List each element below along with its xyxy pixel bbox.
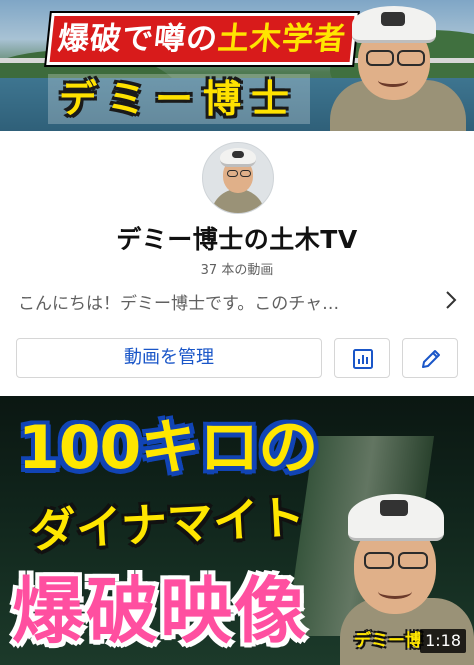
- analytics-button[interactable]: [334, 338, 390, 378]
- thumbnail-title-line1: 100キロの: [18, 413, 318, 483]
- edit-channel-button[interactable]: [402, 338, 458, 378]
- thumbnail-title-line2: ダイナマイト: [28, 489, 307, 559]
- chevron-right-icon: [446, 291, 457, 309]
- thumbnail-title-line3: 爆破映像: [12, 569, 309, 653]
- thumbnail-name-badge: デミー博: [354, 631, 422, 651]
- channel-description: こんにちは！デミー博士です。このチャ…: [18, 294, 340, 314]
- channel-name: デミー博士の土木TV: [116, 225, 358, 254]
- video-count: 37 本の動画: [200, 263, 274, 278]
- pencil-icon: [422, 350, 440, 368]
- bar-chart-icon: [353, 349, 373, 369]
- channel-banner: 爆破で噂の土木学者 デミー博士: [0, 0, 474, 131]
- banner-person-photo: [318, 0, 474, 131]
- video-thumbnail[interactable]: 100キロの ダイナマイト 爆破映像 デミー博 1:18: [0, 396, 474, 665]
- video-duration: 1:18: [420, 629, 466, 653]
- banner-title-line1: 爆破で噂の土木学者: [49, 16, 355, 62]
- avatar-person-photo: [203, 143, 273, 213]
- channel-avatar[interactable]: [202, 142, 274, 214]
- manage-videos-button[interactable]: 動画を管理: [16, 338, 322, 378]
- channel-description-row[interactable]: こんにちは！デミー博士です。このチャ…: [18, 286, 464, 316]
- banner-title-line2: デミー博士: [48, 74, 310, 124]
